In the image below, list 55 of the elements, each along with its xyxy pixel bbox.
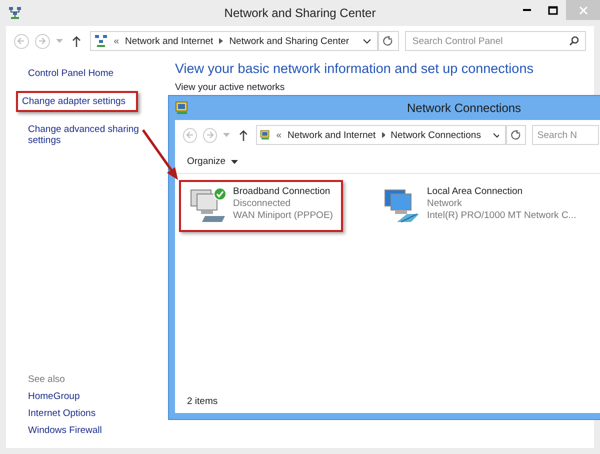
network-icon — [94, 34, 108, 48]
network-connections-icon — [175, 101, 189, 115]
connection-name: Local Area Connection — [427, 186, 524, 197]
refresh-button[interactable] — [506, 125, 526, 145]
breadcrumb-arrow-icon[interactable] — [382, 132, 385, 138]
up-arrow-icon[interactable] — [72, 36, 81, 46]
address-bar[interactable]: « Network and Internet Network and Sharing Center — [90, 31, 378, 51]
connection-name: Broadband Connection — [233, 186, 332, 197]
device-name: Intel(R) PRO/1000 MT Network C... — [427, 210, 576, 221]
section-heading: See also — [27, 374, 66, 385]
back-arrow-icon — [17, 37, 26, 45]
annotation-arrow — [141, 128, 181, 182]
breadcrumb[interactable]: Network and Internet — [288, 130, 376, 140]
connection-status: Network — [427, 198, 463, 209]
network-connections-icon — [260, 128, 270, 142]
device-name: WAN Miniport (PPPOE) — [233, 210, 333, 221]
breadcrumb[interactable]: Network and Internet — [125, 36, 214, 46]
forward-arrow-icon — [38, 37, 46, 45]
refresh-button[interactable] — [378, 31, 400, 51]
sidebar-link[interactable]: Control Panel Home — [22, 66, 120, 81]
connection-item[interactable]: Broadband Connection Disconnected WAN Miniport (PPPOE) — [179, 180, 343, 232]
connection-item[interactable]: Local Area Connection Network Intel(R) PRO/1000 MT Network C... — [373, 180, 586, 232]
connection-status: Disconnected — [233, 198, 292, 209]
address-bar[interactable]: « Network and Internet Network Connections — [256, 125, 506, 145]
see-also-link[interactable]: Windows Firewall — [22, 425, 166, 436]
minimize-icon — [523, 9, 531, 11]
maximize-icon — [548, 6, 558, 14]
search-field[interactable]: Search Control Panel — [405, 31, 586, 51]
breadcrumb[interactable]: Network Connections — [390, 130, 481, 140]
see-also-link[interactable]: Internet Options — [22, 408, 166, 419]
forward-arrow-icon — [206, 131, 214, 139]
dropdown-icon[interactable] — [492, 132, 499, 138]
organize-button[interactable]: Organize — [183, 154, 242, 169]
overflow-chevron[interactable]: « — [276, 130, 282, 140]
up-arrow-icon[interactable] — [238, 130, 247, 140]
caret-icon — [230, 160, 238, 164]
page-heading: View your basic network information and set up connections — [175, 61, 534, 76]
breadcrumb[interactable]: Network and Sharing Center — [229, 36, 350, 46]
item-count: 2 items — [187, 396, 218, 407]
window-title: Network and Sharing Center — [223, 6, 377, 20]
sidebar-link[interactable]: Change adapter settings — [16, 91, 138, 112]
refresh-icon — [383, 36, 394, 46]
close-icon — [578, 6, 588, 14]
overflow-chevron[interactable]: « — [114, 36, 119, 46]
back-arrow-icon — [186, 131, 194, 139]
network-icon — [8, 6, 22, 20]
dropdown-icon[interactable] — [362, 38, 371, 44]
see-also-link[interactable]: HomeGroup — [22, 391, 166, 402]
sidebar-link[interactable]: Change advanced sharing settings — [22, 122, 166, 148]
section-heading: View your active networks — [175, 82, 286, 93]
dialog-title: Network Connections — [407, 101, 522, 115]
breadcrumb-arrow-icon[interactable] — [219, 38, 224, 44]
search-icon[interactable] — [569, 36, 580, 46]
refresh-icon — [511, 130, 522, 140]
search-field[interactable]: Search N — [532, 125, 599, 145]
